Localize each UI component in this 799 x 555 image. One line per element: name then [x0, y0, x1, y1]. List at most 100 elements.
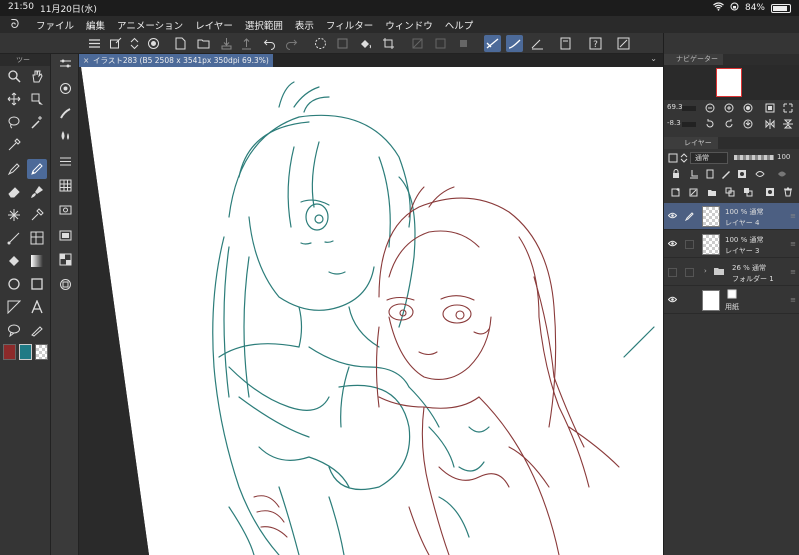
text-icon[interactable] — [27, 297, 47, 317]
fill-icon[interactable] — [357, 35, 374, 52]
delete-layer-icon[interactable] — [782, 186, 794, 198]
layer-checkbox[interactable] — [685, 268, 694, 277]
menu-edit[interactable]: 編集 — [80, 18, 111, 32]
balloon-icon[interactable] — [4, 320, 24, 340]
rotation-slider[interactable] — [682, 122, 696, 127]
zoom-in-icon[interactable] — [723, 102, 735, 114]
figure-icon[interactable] — [4, 228, 24, 248]
menu-layer[interactable]: レイヤー — [189, 18, 239, 32]
eyedropper-icon[interactable] — [4, 135, 24, 155]
pencil-icon[interactable] — [27, 159, 47, 179]
merge-down-icon[interactable] — [742, 186, 754, 198]
actual-size-icon[interactable] — [742, 102, 754, 114]
decoration-icon[interactable] — [4, 205, 24, 225]
drag-handle-icon[interactable]: ≡ — [790, 240, 796, 248]
export-icon[interactable] — [238, 35, 255, 52]
grid-material-icon[interactable] — [56, 250, 74, 268]
ellipse-icon[interactable] — [4, 274, 24, 294]
rotate-left-icon[interactable] — [704, 118, 716, 130]
menu-selection[interactable]: 選択範囲 — [239, 18, 289, 32]
quick-access-icon[interactable] — [56, 275, 74, 293]
color-drop-icon[interactable] — [56, 126, 74, 144]
navigator-thumbnail[interactable] — [716, 68, 742, 97]
layer-property-icon[interactable] — [56, 152, 74, 170]
layer-link-icon[interactable] — [776, 168, 788, 180]
crop-icon[interactable] — [380, 35, 397, 52]
fullscreen-icon[interactable] — [615, 35, 632, 52]
zoom-out-icon[interactable] — [704, 102, 716, 114]
app-logo-icon[interactable]: ᘐ — [0, 17, 30, 32]
open-folder-icon[interactable] — [195, 35, 212, 52]
menu-filter[interactable]: フィルター — [320, 18, 379, 32]
disabled-tool-1-icon[interactable] — [409, 35, 426, 52]
mask-layer-icon[interactable] — [764, 186, 776, 198]
chevron-right-icon[interactable]: › — [704, 267, 707, 275]
hand-icon[interactable] — [27, 66, 47, 86]
clear-icon[interactable] — [312, 35, 329, 52]
disabled-tool-3-icon[interactable] — [455, 35, 472, 52]
chevron-down-icon[interactable]: ⌄ — [650, 54, 657, 63]
undo-icon[interactable] — [261, 35, 278, 52]
document-tab[interactable]: × イラスト283 (B5 2508 x 3541px 350dpi 69.3%… — [79, 54, 273, 67]
layer-item[interactable]: 100 % 通常 レイヤー 4 ≡ — [664, 203, 799, 230]
lasso-icon[interactable] — [4, 112, 24, 132]
menu-file[interactable]: ファイル — [30, 18, 80, 32]
correct-line-icon[interactable] — [27, 320, 47, 340]
magic-wand-icon[interactable] — [27, 112, 47, 132]
hamburger-menu-icon[interactable] — [86, 35, 103, 52]
help-icon[interactable]: ? — [587, 35, 604, 52]
snap-grid-icon[interactable] — [529, 35, 546, 52]
reference-icon[interactable] — [557, 35, 574, 52]
pen-icon[interactable] — [4, 159, 24, 179]
sub-color-swatch[interactable] — [19, 344, 32, 360]
transparent-color-swatch[interactable] — [35, 344, 48, 360]
rotate-right-icon[interactable] — [723, 118, 735, 130]
fill-bucket-icon[interactable] — [4, 251, 24, 271]
clip-lower-icon[interactable] — [688, 168, 700, 180]
move-icon[interactable] — [4, 89, 24, 109]
tool-palette-tab[interactable]: ツー — [0, 54, 50, 66]
reset-rotation-icon[interactable] — [742, 118, 754, 130]
eye-icon[interactable] — [667, 296, 678, 305]
menu-animation[interactable]: アニメーション — [111, 18, 189, 32]
layer-checkbox[interactable] — [685, 240, 694, 249]
airbrush-icon[interactable] — [27, 205, 47, 225]
navigator-tab[interactable]: ナビゲーター — [664, 54, 723, 65]
layer-item-paper[interactable]: 用紙 ≡ — [664, 287, 799, 314]
save-icon[interactable] — [218, 35, 235, 52]
operation-icon[interactable] — [27, 89, 47, 109]
canvas-area[interactable]: × イラスト283 (B5 2508 x 3541px 350dpi 69.3%… — [79, 54, 663, 555]
sort-arrows-icon[interactable] — [126, 35, 143, 52]
frame-border-icon[interactable] — [27, 228, 47, 248]
blend-mode-select[interactable]: 通常 — [690, 152, 728, 164]
pencil-edit-icon[interactable] — [684, 212, 694, 222]
transform-icon[interactable] — [334, 35, 351, 52]
eraser-icon[interactable] — [4, 182, 24, 202]
drag-handle-icon[interactable]: ≡ — [790, 268, 796, 276]
draft-layer-icon[interactable] — [720, 168, 732, 180]
zoom-slider[interactable] — [682, 106, 696, 111]
rectangle-icon[interactable] — [27, 274, 47, 294]
snap-special-ruler-icon[interactable] — [506, 35, 523, 52]
sub-tool-settings-icon[interactable] — [56, 54, 74, 72]
layer-mask-icon[interactable] — [736, 168, 748, 180]
drag-handle-icon[interactable]: ≡ — [790, 212, 796, 220]
blend-updown-icon[interactable] — [678, 152, 690, 164]
layer-palette-icon[interactable] — [754, 168, 766, 180]
gradient-icon[interactable] — [27, 251, 47, 271]
layer-item[interactable]: 100 % 通常 レイヤー 3 ≡ — [664, 231, 799, 258]
reference-layer-icon[interactable] — [704, 168, 716, 180]
menu-view[interactable]: 表示 — [289, 18, 320, 32]
redo-icon[interactable] — [283, 35, 300, 52]
layer-tab[interactable]: レイヤー — [664, 137, 718, 149]
new-raster-layer-icon[interactable] — [670, 186, 682, 198]
flip-vertical-icon[interactable] — [782, 118, 794, 130]
fit-navigator-icon[interactable] — [782, 102, 794, 114]
transfer-down-icon[interactable] — [724, 186, 736, 198]
drag-handle-icon[interactable]: ≡ — [790, 296, 796, 304]
eye-icon[interactable] — [667, 212, 678, 221]
menu-window[interactable]: ウィンドウ — [379, 18, 439, 32]
zoom-icon[interactable] — [4, 66, 24, 86]
record-icon[interactable] — [145, 35, 162, 52]
visibility-toggle[interactable] — [668, 268, 677, 277]
